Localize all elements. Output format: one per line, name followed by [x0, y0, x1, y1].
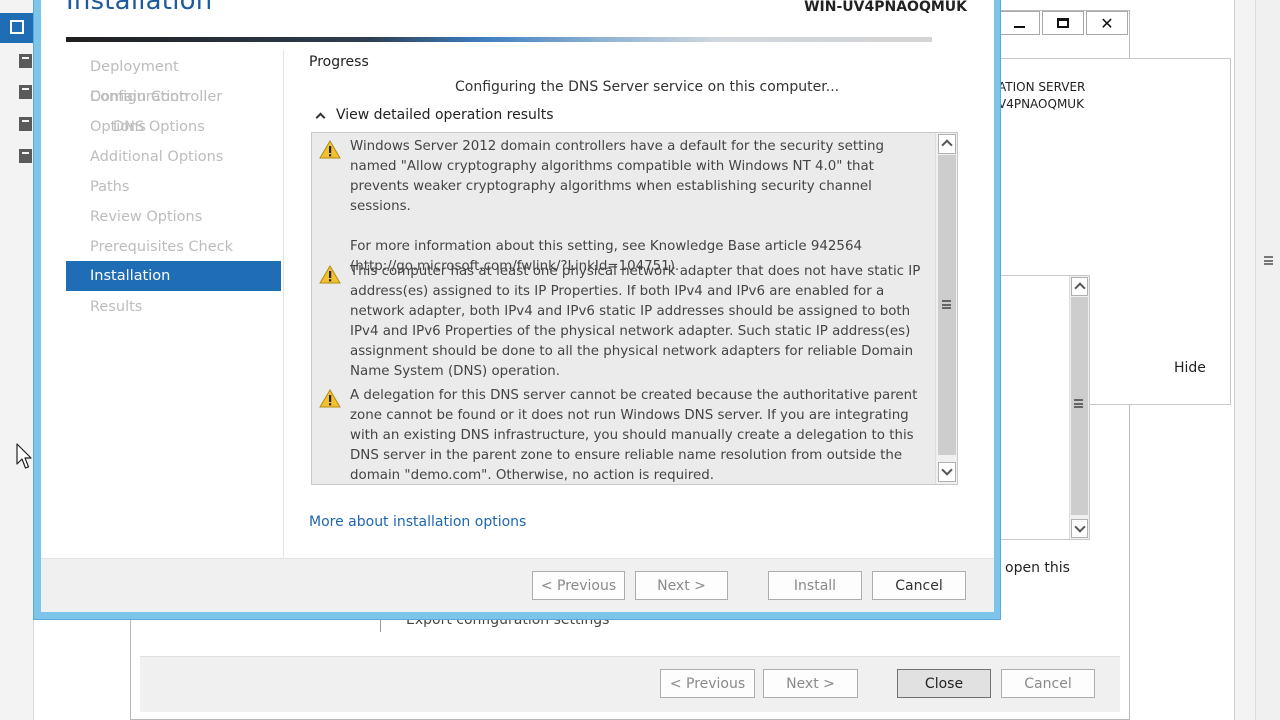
ad-ds-nav-icon[interactable] [19, 117, 32, 131]
cancel-button[interactable]: Cancel [872, 571, 966, 600]
local-server-nav-icon[interactable] [19, 54, 32, 68]
chevron-up-icon [941, 139, 953, 151]
nav-item-additional-options[interactable]: Additional Options [66, 142, 281, 172]
target-server-name: WIN-UV4PNAOQMUK [804, 0, 967, 15]
grip-icon [1074, 399, 1083, 408]
separator [380, 620, 381, 632]
grip-icon [942, 300, 951, 309]
page-title: Installation [66, 0, 213, 16]
results-scrollbar[interactable] [935, 133, 957, 484]
chevron-down-icon [1074, 521, 1086, 533]
open-this-text: open this [1005, 560, 1070, 576]
nav-item-review-options[interactable]: Review Options [66, 202, 281, 232]
progress-status-text: Configuring the DNS Server service on th… [455, 79, 840, 95]
background-cancel-button[interactable]: Cancel [1001, 669, 1095, 698]
close-window-button[interactable]: ✕ [1086, 11, 1128, 35]
more-about-installation-link[interactable]: More about installation options [309, 514, 526, 530]
nav-item-results[interactable]: Results [66, 292, 281, 322]
background-next-button[interactable]: Next > [763, 669, 858, 698]
all-servers-nav-icon[interactable] [19, 85, 32, 99]
result-message-text: A delegation for this DNS server cannot … [350, 388, 922, 483]
maximize-button[interactable] [1042, 11, 1084, 35]
chevron-up-icon [315, 112, 326, 123]
nav-item-domain-controller-options[interactable]: Domain Controller Options [66, 82, 281, 135]
next-button[interactable]: Next > [635, 571, 728, 600]
background-close-button[interactable]: Close [897, 669, 991, 698]
warning-icon [319, 140, 341, 159]
view-details-label: View detailed operation results [336, 107, 554, 123]
wizard-navigation: Deployment Configuration Domain Controll… [66, 50, 282, 340]
nav-item-installation[interactable]: Installation [66, 261, 281, 291]
scroll-up-button[interactable] [938, 134, 956, 154]
minimize-button[interactable] [998, 11, 1040, 35]
scroll-up-button[interactable] [1071, 277, 1088, 296]
background-previous-button[interactable]: < Previous [660, 669, 755, 698]
warning-icon [319, 389, 341, 408]
minimize-icon [1013, 26, 1025, 28]
chevron-down-icon [941, 464, 953, 476]
chevron-up-icon [1074, 282, 1086, 294]
nav-divider [283, 50, 284, 558]
previous-button[interactable]: < Previous [532, 571, 625, 600]
maximize-icon [1057, 18, 1069, 28]
mouse-cursor-icon [16, 443, 32, 469]
result-message-text: This computer has at least one physical … [350, 264, 925, 379]
title-accent-bar [66, 37, 932, 42]
hide-link[interactable]: Hide [1174, 360, 1206, 376]
target-server-label: ATION SERVER [998, 80, 1086, 94]
result-message-text: Windows Server 2012 domain controllers h… [350, 139, 885, 274]
install-button[interactable]: Install [768, 571, 862, 600]
dashboard-nav-icon[interactable] [0, 13, 34, 43]
close-icon: ✕ [1100, 13, 1114, 33]
scroll-down-button[interactable] [938, 462, 956, 482]
operation-results-box: Windows Server 2012 domain controllers h… [311, 132, 958, 485]
progress-heading: Progress [309, 54, 369, 70]
nav-item-prerequisites-check[interactable]: Prerequisites Check [66, 232, 281, 262]
nav-item-paths[interactable]: Paths [66, 172, 281, 202]
background-window-controls: ✕ [998, 11, 1128, 37]
warning-icon [319, 265, 341, 284]
server-manager-nav-strip [0, 0, 34, 720]
nav-item-dns-options[interactable]: DNS Options [66, 112, 281, 142]
scroll-down-button[interactable] [1071, 519, 1088, 538]
target-server-name: V4PNAOQMUK [998, 97, 1084, 111]
view-details-toggle[interactable]: View detailed operation results [314, 105, 554, 125]
background-list-scrollbar[interactable] [1069, 276, 1089, 539]
nav-item-deployment-configuration[interactable]: Deployment Configuration [66, 52, 281, 105]
server-manager-scrollbar[interactable] [1255, 0, 1280, 720]
file-services-nav-icon[interactable] [19, 149, 32, 163]
